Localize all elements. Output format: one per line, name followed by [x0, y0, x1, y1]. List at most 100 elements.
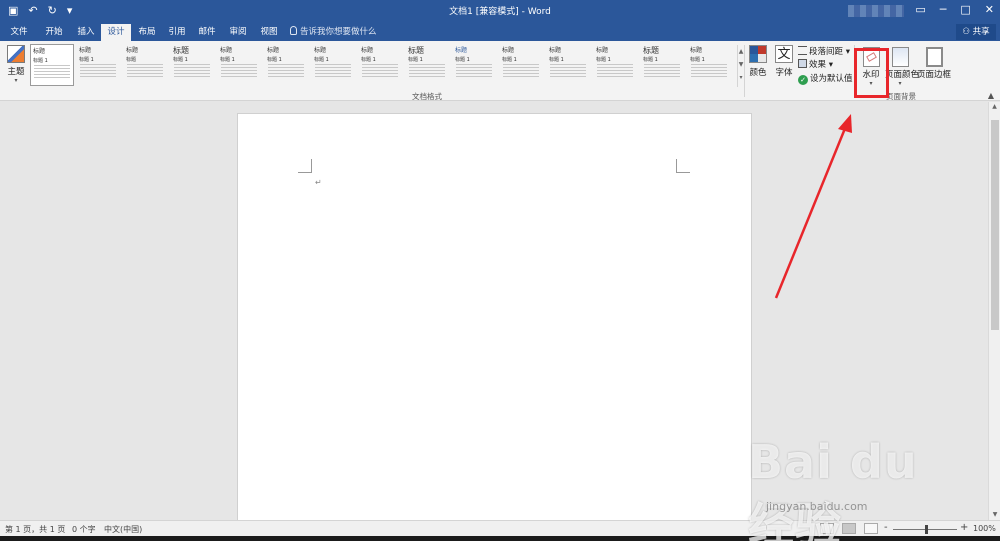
style-set-heading: 标题 1	[596, 57, 611, 63]
style-set-preview-line	[550, 64, 586, 65]
style-set-card[interactable]: 标题 标题 1	[312, 44, 356, 86]
style-set-card[interactable]: 标题 标题 1	[594, 44, 638, 86]
style-set-card[interactable]: 标题 标题 1	[500, 44, 544, 86]
style-set-card[interactable]: 标题 标题 1	[77, 44, 121, 86]
title-bar: ▣ ↶ ↻ ▾ 文档1 [兼容模式] - Word ▭ ─ □ ✕	[0, 0, 1000, 22]
style-set-preview-line	[644, 70, 680, 71]
tab-home[interactable]: 开始	[38, 24, 70, 41]
style-set-card[interactable]: 标题标题 1	[30, 44, 74, 86]
tell-me-text: 告诉我你想要做什么	[300, 27, 377, 37]
style-set-preview-line	[80, 67, 116, 68]
style-set-preview-line	[315, 70, 351, 71]
style-set-preview-line	[644, 76, 680, 77]
style-set-preview-line	[127, 73, 163, 74]
effects-label: 效果	[809, 60, 827, 70]
account-name[interactable]	[848, 5, 904, 17]
fonts-button[interactable]: 文 字体	[773, 45, 795, 78]
style-set-card[interactable]: 标题 标题 1	[265, 44, 309, 86]
style-set-preview-line	[456, 64, 492, 65]
ribbon-display-icon[interactable]: ▭	[915, 3, 925, 16]
style-set-card[interactable]: 标题 标题	[124, 44, 168, 86]
page-count[interactable]: 第 1 页，共 1 页	[5, 524, 65, 535]
close-icon[interactable]: ✕	[985, 3, 994, 16]
style-set-card[interactable]: 标题 标题 1	[406, 44, 450, 86]
style-set-preview-line	[80, 70, 116, 71]
watermark-highlight-box	[854, 48, 889, 98]
tab-layout[interactable]: 布局	[133, 24, 161, 41]
page-borders-label: 页面边框	[917, 70, 952, 80]
style-set-preview-line	[34, 74, 70, 75]
set-as-default-button[interactable]: ✓ 设为默认值	[798, 72, 853, 85]
style-set-preview-line	[691, 73, 727, 74]
style-set-card[interactable]: 标题 标题 1	[218, 44, 262, 86]
style-set-preview-line	[221, 70, 257, 71]
fonts-icon: 文	[775, 45, 793, 63]
style-set-card[interactable]: 标题 标题 1	[453, 44, 497, 86]
style-set-preview-line	[597, 73, 633, 74]
style-set-preview-line	[362, 67, 398, 68]
tab-file[interactable]: 文件	[4, 24, 34, 41]
effects-button[interactable]: 效果 ▾	[798, 58, 833, 70]
word-count[interactable]: 0 个字	[72, 524, 96, 535]
scrollbar-thumb[interactable]	[991, 120, 999, 330]
page-color-label: 页面颜色	[885, 70, 920, 80]
tab-review[interactable]: 审阅	[224, 24, 252, 41]
scroll-down-icon[interactable]: ▼	[989, 510, 1000, 520]
style-set-preview-line	[315, 67, 351, 68]
style-set-card[interactable]: 标题 标题 1	[171, 44, 215, 86]
divider	[744, 45, 745, 97]
zoom-level[interactable]: 100%	[973, 524, 996, 533]
style-set-title: 标题	[314, 47, 327, 54]
themes-label: 主题	[7, 67, 25, 77]
language-indicator[interactable]: 中文(中国)	[104, 524, 142, 535]
minimize-icon[interactable]: ─	[940, 3, 947, 16]
share-button[interactable]: ⚇ 共享	[956, 24, 996, 40]
style-set-preview-line	[456, 70, 492, 71]
style-set-title: 标题	[79, 47, 92, 54]
style-set-preview-line	[127, 76, 163, 77]
colors-button[interactable]: 颜色	[748, 45, 768, 78]
tell-me-search[interactable]: 告诉我你想要做什么	[290, 24, 377, 41]
style-set-card[interactable]: 标题 标题 1	[688, 44, 732, 86]
style-set-preview-line	[221, 67, 257, 68]
document-page[interactable]: ↵	[237, 113, 752, 533]
style-set-card[interactable]: 标题 标题 1	[547, 44, 591, 86]
page-borders-button[interactable]: 页面边框	[917, 47, 951, 80]
vertical-scrollbar[interactable]: ▲ ▼	[988, 102, 1000, 520]
scroll-up-icon[interactable]: ▲	[989, 102, 1000, 112]
gallery-scroll[interactable]: ▲ ▼ ▾	[737, 45, 744, 87]
style-set-heading: 标题 1	[33, 58, 48, 64]
paragraph-spacing-button[interactable]: 段落间距 ▾	[798, 45, 850, 57]
tab-design[interactable]: 设计	[101, 24, 131, 41]
paragraph-spacing-label: 段落间距	[809, 47, 844, 57]
style-set-preview-line	[174, 70, 210, 71]
style-set-card[interactable]: 标题 标题 1	[641, 44, 685, 86]
page-color-icon	[891, 47, 909, 67]
page-borders-icon	[925, 47, 943, 67]
margin-corner-top-left	[298, 159, 312, 173]
tab-references[interactable]: 引用	[163, 24, 191, 41]
style-set-preview-line	[550, 73, 586, 74]
paragraph-mark: ↵	[315, 178, 322, 187]
chevron-down-icon: ▾	[14, 77, 18, 84]
tab-insert[interactable]: 插入	[72, 24, 100, 41]
group-label-page-background: 页面背景	[886, 92, 916, 101]
collapse-ribbon-icon[interactable]: ▲	[988, 91, 994, 100]
page-color-button[interactable]: 页面颜色 ▾	[885, 47, 920, 87]
style-set-heading: 标题 1	[502, 57, 517, 63]
tab-mailings[interactable]: 邮件	[193, 24, 221, 41]
tab-view[interactable]: 视图	[255, 24, 283, 41]
themes-button[interactable]: 主题 ▾	[4, 45, 28, 84]
maximize-icon[interactable]: □	[960, 3, 970, 16]
style-set-title: 标题	[267, 47, 280, 54]
style-set-preview-line	[503, 70, 539, 71]
style-set-preview-line	[409, 64, 445, 65]
style-set-preview-line	[550, 70, 586, 71]
style-set-preview-line	[644, 64, 680, 65]
style-set-preview-line	[221, 64, 257, 65]
style-set-card[interactable]: 标题 标题 1	[359, 44, 403, 86]
style-set-heading: 标题 1	[643, 57, 658, 63]
baidu-jingyan-watermark: Bai du 经验 jingyan.baidu.com	[748, 435, 963, 541]
style-set-title: 标题	[33, 48, 46, 55]
style-set-preview-line	[315, 76, 351, 77]
